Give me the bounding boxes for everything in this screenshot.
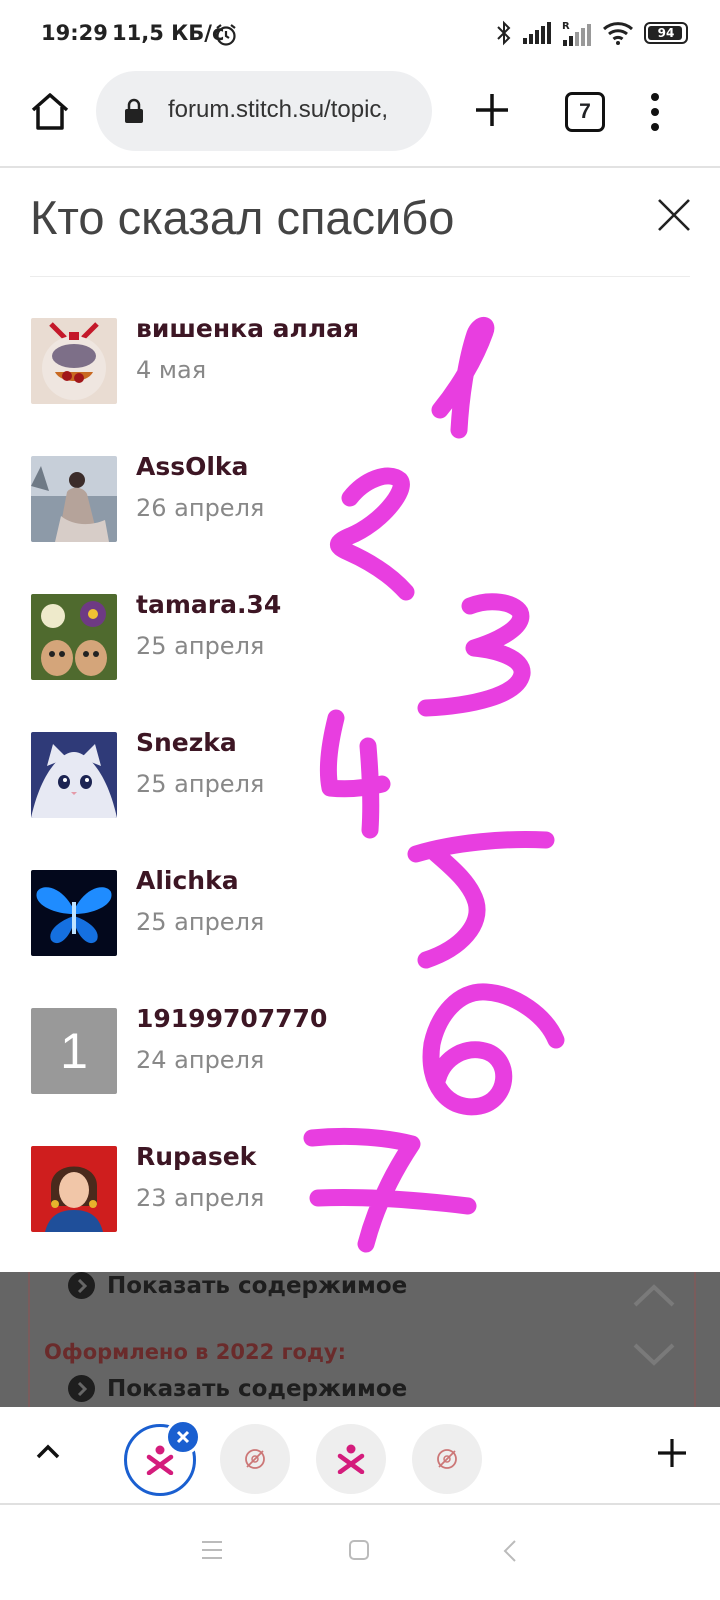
menu-icon[interactable] [200,1539,224,1561]
dialog-divider [30,276,690,277]
thanks-date: 25 апреля [136,908,265,936]
chevron-right-icon [68,1375,95,1402]
signal-icon [523,22,551,44]
site-favicon-icon [337,1444,365,1474]
plus-icon[interactable] [470,88,514,132]
address-bar[interactable]: forum.stitch.su/topic, [96,71,432,151]
close-icon[interactable] [656,197,692,233]
svg-text:R: R [562,21,570,32]
battery-icon: 94 [644,22,688,44]
home-square-icon[interactable] [348,1539,370,1561]
thanks-date: 25 апреля [136,770,265,798]
avatar[interactable] [31,732,117,818]
avatar[interactable] [31,318,117,404]
tab-thumbnail[interactable] [412,1424,482,1494]
avatar[interactable] [31,594,117,680]
battery-level-text: 94 [657,26,675,40]
user-name[interactable]: Snezka [136,728,237,757]
chevron-down-icon [633,1343,675,1366]
list-item[interactable]: Rupasek 23 апреля [0,1142,720,1284]
browser-toolbar: forum.stitch.su/topic, 7 [0,70,720,168]
list-item[interactable]: tamara.34 25 апреля [0,590,720,732]
tab-thumbnail-active[interactable] [124,1419,201,1496]
avatar[interactable] [31,456,117,542]
avatar[interactable] [31,1146,117,1232]
thanks-date: 23 апреля [136,1184,265,1212]
dialog-title: Кто сказал спасибо [30,191,455,244]
blocked-favicon-icon [437,1449,457,1469]
avatar[interactable] [31,870,117,956]
chevron-right-icon [68,1272,95,1299]
thanks-date: 4 мая [136,356,207,384]
close-tab-icon[interactable] [165,1419,201,1455]
spoiler-label: Показать содержимое [107,1375,408,1402]
list-item[interactable]: Alichka 25 апреля [0,866,720,1008]
bluetooth-icon [497,20,511,46]
background-page: Показать содержимое Оформлено в 2022 год… [0,1272,720,1407]
status-bar: 19:29 11,5 КБ/с R 94 [0,0,720,70]
chevron-up-icon [633,1284,675,1307]
list-item[interactable]: AssOlka 26 апреля [0,452,720,594]
list-item[interactable]: 1 19199707770 24 апреля [0,1004,720,1146]
user-name[interactable]: 19199707770 [136,1004,327,1033]
user-name[interactable]: Alichka [136,866,239,895]
alarm-icon [216,24,236,46]
system-navigation-bar [0,1505,720,1600]
user-name[interactable]: tamara.34 [136,590,281,619]
status-time: 19:29 [41,21,108,45]
spoiler-label: Показать содержимое [107,1272,408,1299]
section-heading: Оформлено в 2022 году: [44,1340,346,1364]
user-name[interactable]: AssOlka [136,452,248,481]
tab-count: 7 [579,100,591,123]
status-icons: R 94 [496,20,688,46]
signal-roaming-icon: R [562,21,591,46]
spoiler-toggle[interactable]: Показать содержимое [68,1375,407,1402]
back-icon[interactable] [502,1539,518,1563]
list-item[interactable]: вишенка аллая 4 мая [0,314,720,456]
blocked-favicon-icon [245,1449,265,1469]
lock-icon [125,98,143,123]
status-network-speed: 11,5 КБ/с [112,21,225,45]
chevron-up-icon[interactable] [34,1441,62,1461]
tabs-icon[interactable]: 7 [565,92,605,132]
tab-thumbnail[interactable] [316,1424,386,1494]
thanks-date: 25 апреля [136,632,265,660]
avatar[interactable]: 1 [31,1008,117,1094]
tab-thumbnail[interactable] [220,1424,290,1494]
wifi-icon [603,22,633,45]
avatar-initial: 1 [60,1023,88,1079]
home-icon[interactable] [28,90,72,134]
tab-strip [0,1407,720,1505]
user-name[interactable]: вишенка аллая [136,314,359,343]
list-item[interactable]: Snezka 25 апреля [0,728,720,870]
thanks-date: 24 апреля [136,1046,265,1074]
user-list: вишенка аллая 4 мая AssOlka 26 апреля ta… [0,314,720,1284]
add-tab-icon[interactable] [656,1437,688,1469]
user-name[interactable]: Rupasek [136,1142,256,1171]
url-text[interactable]: forum.stitch.su/topic, [168,96,388,124]
more-icon[interactable] [645,90,665,134]
thanks-date: 26 апреля [136,494,265,522]
spoiler-toggle[interactable]: Показать содержимое [68,1272,407,1299]
